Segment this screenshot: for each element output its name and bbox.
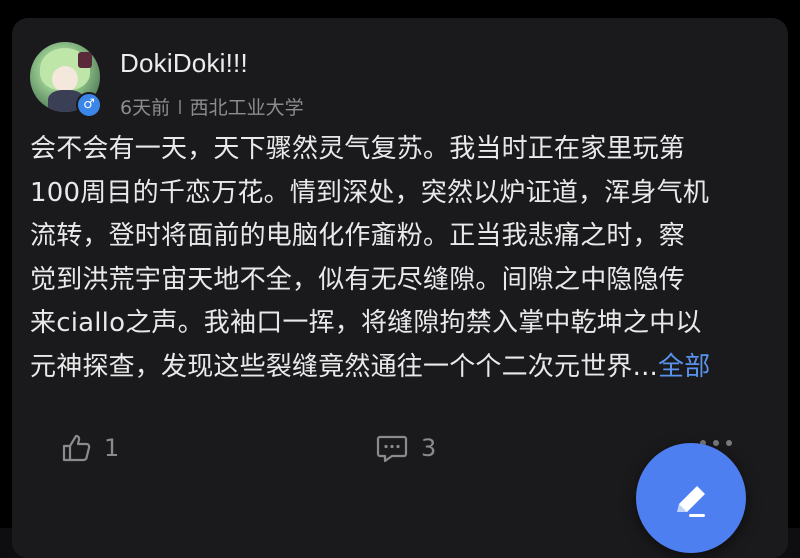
content-line: 觉到洪荒宇宙天地不全，似有无尽缝隙。间隙之中隐隐传 (30, 264, 686, 295)
comment-button[interactable]: 3 (375, 432, 436, 464)
dot (726, 440, 732, 446)
content-line: 流转，登时将面前的电脑化作齑粉。正当我悲痛之时，察 (30, 221, 686, 251)
edit-pencil-icon (677, 486, 705, 517)
content-line-last: 元神探查，发现这些裂缝竟然通往一个个二次元世界...全部 (30, 346, 775, 390)
avatar-face (52, 66, 78, 92)
meta-divider (179, 99, 181, 114)
like-button[interactable]: 1 (60, 432, 119, 464)
post-school: 西北工业大学 (189, 97, 304, 119)
screen: ♂ DokiDoki!!! 6天前 西北工业大学 会不会有一天，天下骤然灵气复苏… (0, 0, 800, 558)
male-icon: ♂ (76, 92, 102, 118)
content-line-text: 元神探查，发现这些裂缝竟然通往一个个二次元世界... (30, 351, 658, 382)
comment-bubble-icon (375, 432, 409, 464)
avatar-ribbon (78, 52, 92, 68)
username[interactable]: DokiDoki!!! (120, 48, 248, 79)
like-count: 1 (104, 434, 120, 462)
post-time: 6天前 (120, 97, 171, 119)
expand-all-link[interactable]: 全部 (658, 352, 710, 382)
content-line: 100周目的千恋万花。情到深处，突然以炉证道，浑身气机 (30, 177, 710, 208)
content-line: 来ciallo之声。我袖口一挥，将缝隙拘禁入掌中乾坤之中以 (30, 308, 702, 338)
comment-count: 3 (421, 434, 437, 462)
compose-fab-button[interactable] (636, 443, 746, 553)
post-meta: 6天前 西北工业大学 (120, 93, 304, 120)
thumbs-up-icon (60, 432, 92, 464)
content-line: 会不会有一天，天下骤然灵气复苏。我当时正在家里玩第 (30, 134, 686, 164)
post-content[interactable]: 会不会有一天，天下骤然灵气复苏。我当时正在家里玩第 100周目的千恋万花。情到深… (30, 128, 775, 389)
dot (713, 440, 719, 446)
